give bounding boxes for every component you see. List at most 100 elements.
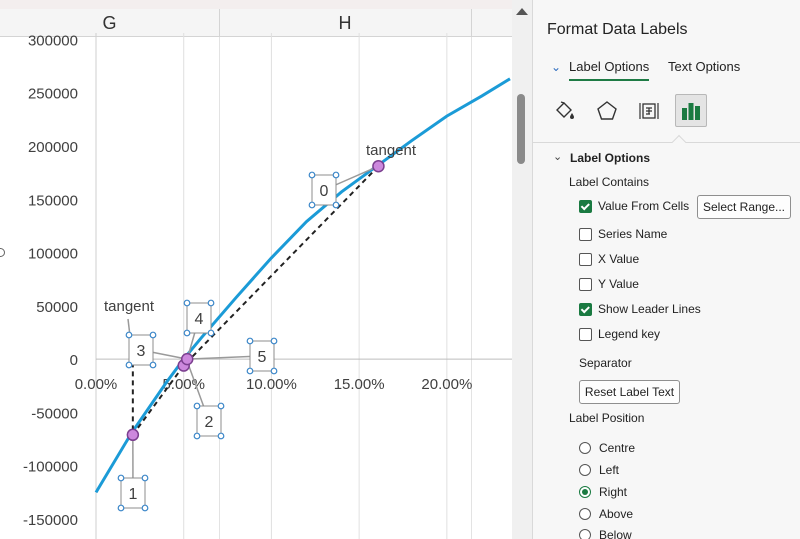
checkbox-icon[interactable] xyxy=(579,252,592,266)
selection-handle xyxy=(117,504,125,512)
data-point-marker[interactable] xyxy=(180,352,194,366)
checkbox-label: Value From Cells xyxy=(598,199,690,213)
checkbox-icon[interactable] xyxy=(579,227,592,241)
data-label-3[interactable]: 3 xyxy=(125,331,157,369)
x-tick-label: 15.00% xyxy=(334,376,385,393)
checkbox-series-name[interactable]: Series Name xyxy=(579,225,667,243)
y-tick-label: -100000 xyxy=(23,459,78,476)
selection-handle xyxy=(141,504,149,512)
checkbox-x-value[interactable]: X Value xyxy=(579,250,639,268)
radio-label: Left xyxy=(599,463,620,477)
checkbox-label: Y Value xyxy=(598,277,639,291)
selection-handle xyxy=(117,474,125,482)
radio-icon[interactable] xyxy=(579,508,591,520)
separator-label: Separator xyxy=(579,356,632,370)
x-tick-label: 20.00% xyxy=(421,376,472,393)
selection-handle xyxy=(270,367,278,375)
chevron-down-icon[interactable]: ⌄ xyxy=(553,150,562,163)
checkbox-icon[interactable] xyxy=(579,277,592,291)
checkbox-label: X Value xyxy=(598,252,640,266)
y-tick-label: 250000 xyxy=(28,86,78,103)
radio-centre[interactable]: Centre xyxy=(579,439,635,457)
radio-icon[interactable] xyxy=(579,442,591,454)
category-icon-row xyxy=(547,94,787,130)
data-label-5[interactable]: 5 xyxy=(246,337,278,375)
selection-caret xyxy=(671,134,687,150)
reset-label-text-button[interactable]: Reset Label Text xyxy=(579,380,680,404)
label-position-heading: Label Position xyxy=(569,411,645,425)
checkbox-value-from-cells[interactable]: Value From Cells xyxy=(579,197,689,215)
data-label-text: 4 xyxy=(195,311,204,328)
data-label-0[interactable]: 0 xyxy=(308,171,340,209)
data-label-text: 2 xyxy=(205,414,214,431)
data-label-2[interactable]: 2 xyxy=(193,402,225,440)
data-label-1[interactable]: 1 xyxy=(117,474,149,512)
x-tick-label: 10.00% xyxy=(246,376,297,393)
data-point-marker[interactable] xyxy=(372,159,385,173)
y-tick-label: 100000 xyxy=(28,246,78,263)
selection-handle xyxy=(308,201,316,209)
selection-handle xyxy=(332,171,340,179)
radio-above[interactable]: Above xyxy=(579,505,633,523)
annotation-tangent: tangent xyxy=(366,142,417,159)
scatter-chart[interactable]: 300000 250000 200000 150000 100000 50000 0 -500… xyxy=(0,0,512,539)
tab-label-options[interactable]: Label Options xyxy=(569,59,650,81)
data-label-text: 1 xyxy=(129,486,138,503)
scroll-thumb[interactable] xyxy=(517,94,525,164)
checkbox-y-value[interactable]: Y Value xyxy=(579,275,639,293)
selection-handle xyxy=(246,367,254,375)
data-label-4[interactable]: 4 xyxy=(183,299,215,337)
selection-handle xyxy=(193,402,201,410)
scroll-up-icon[interactable] xyxy=(516,8,528,15)
checkbox-checked-icon[interactable] xyxy=(579,199,592,213)
size-properties-icon[interactable] xyxy=(633,94,665,127)
checkbox-checked-icon[interactable] xyxy=(579,302,592,316)
format-data-labels-pane: Format Data Labels ⌄ Label Options Text … xyxy=(532,0,800,539)
y-tick-label: -50000 xyxy=(31,405,78,422)
selection-handle xyxy=(246,337,254,345)
pane-title: Format Data Labels xyxy=(547,21,688,38)
radio-icon[interactable] xyxy=(579,529,591,539)
selection-handle xyxy=(125,331,133,339)
pane-tabs: ⌄ Label Options Text Options xyxy=(547,58,787,86)
y-tick-label: 150000 xyxy=(28,192,78,209)
y-tick-label: -150000 xyxy=(23,512,78,529)
bar-chart-icon[interactable] xyxy=(675,94,707,127)
radio-below[interactable]: Below xyxy=(579,526,632,539)
y-tick-label: 0 xyxy=(70,352,78,369)
data-point-marker[interactable] xyxy=(126,428,140,442)
divider xyxy=(533,142,800,143)
selection-handle xyxy=(183,299,191,307)
selection-handle xyxy=(207,329,215,337)
checkbox-show-leader-lines[interactable]: Show Leader Lines xyxy=(579,300,701,318)
fill-bucket-icon[interactable] xyxy=(549,94,581,127)
selection-handle xyxy=(149,331,157,339)
selection-handle xyxy=(193,432,201,440)
checkbox-legend-key[interactable]: Legend key xyxy=(579,325,660,343)
radio-selected-icon[interactable] xyxy=(579,486,591,498)
data-label-text: 5 xyxy=(258,349,267,366)
tab-text-options[interactable]: Text Options xyxy=(668,59,740,74)
selection-handle xyxy=(270,337,278,345)
data-label-text: 0 xyxy=(320,183,329,200)
radio-left[interactable]: Left xyxy=(579,461,619,479)
vertical-scrollbar[interactable] xyxy=(512,0,532,539)
section-label-options[interactable]: Label Options xyxy=(570,151,650,165)
radio-label: Above xyxy=(599,507,634,521)
checkbox-icon[interactable] xyxy=(579,327,592,341)
selection-handle xyxy=(332,201,340,209)
selection-handle xyxy=(217,432,225,440)
checkbox-label: Legend key xyxy=(598,327,661,341)
select-range-button[interactable]: Select Range... xyxy=(697,195,791,219)
chevron-down-icon[interactable]: ⌄ xyxy=(551,60,561,74)
pentagon-icon[interactable] xyxy=(591,94,623,127)
label-contains-heading: Label Contains xyxy=(569,175,650,189)
checkbox-label: Show Leader Lines xyxy=(598,302,701,316)
radio-icon[interactable] xyxy=(579,464,591,476)
radio-right[interactable]: Right xyxy=(579,483,627,501)
selection-handle xyxy=(183,329,191,337)
series-curve[interactable] xyxy=(94,77,511,494)
y-tick-label: 200000 xyxy=(28,139,78,156)
worksheet[interactable]: G H 300000 250000 200000 150000 100000 50000 0… xyxy=(0,0,512,539)
selection-handle xyxy=(125,361,133,369)
